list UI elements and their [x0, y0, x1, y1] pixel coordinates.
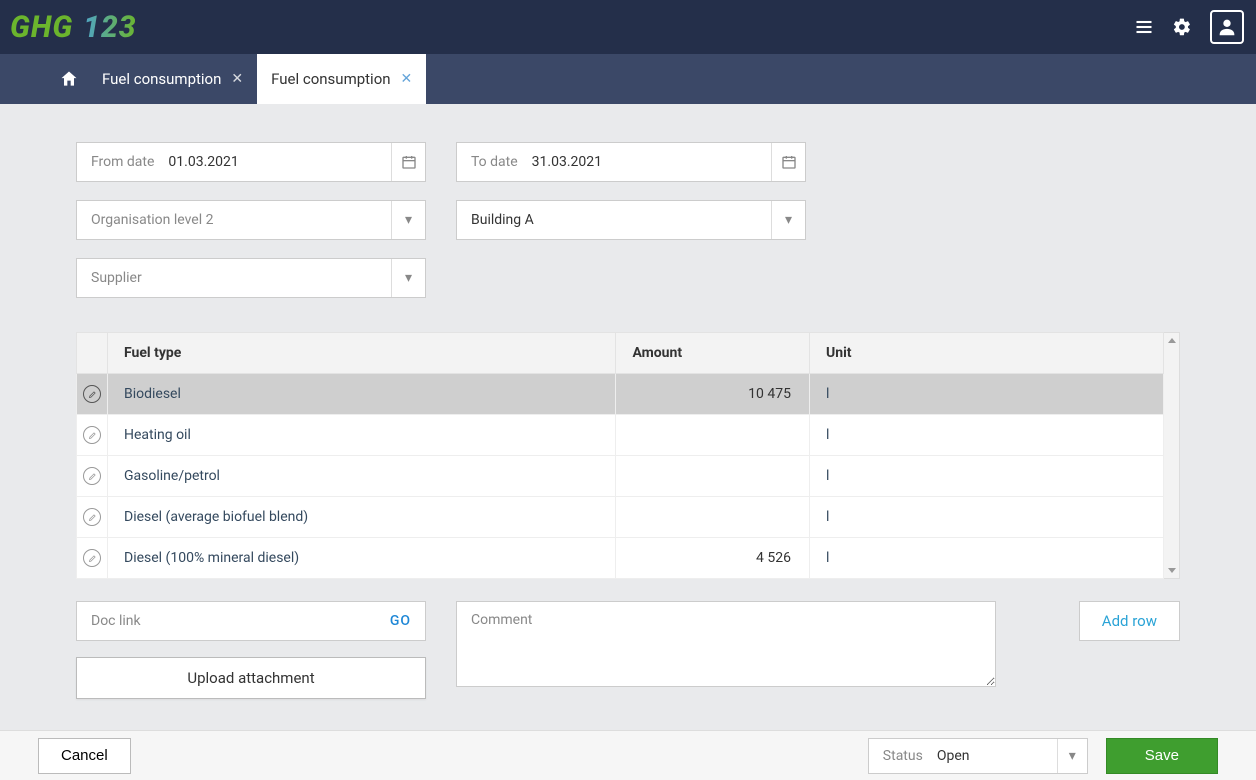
cell-unit: l — [810, 374, 1164, 415]
save-button[interactable]: Save — [1106, 738, 1218, 774]
upload-attachment-button[interactable]: Upload attachment — [76, 657, 426, 699]
cancel-button[interactable]: Cancel — [38, 738, 131, 774]
logo-text-ghg: GHG — [10, 10, 73, 45]
table-row[interactable]: Diesel (100% mineral diesel)4 526l — [77, 538, 1164, 579]
from-date-field[interactable]: From date 01.03.2021 — [76, 142, 426, 182]
fuel-table: Fuel type Amount Unit Biodiesel10 475lHe… — [76, 332, 1164, 579]
bottom-controls: Doc link GO Upload attachment Add row — [76, 601, 1180, 699]
status-select[interactable]: Status Open ▾ — [868, 738, 1088, 774]
col-amount-header: Amount — [616, 333, 810, 374]
doc-link-label: Doc link — [91, 613, 390, 629]
chevron-down-icon[interactable]: ▾ — [391, 201, 425, 239]
supplier-placeholder: Supplier — [77, 270, 391, 286]
building-value: Building A — [457, 212, 771, 228]
home-icon[interactable] — [50, 54, 88, 104]
table-row[interactable]: Gasoline/petrol l — [77, 456, 1164, 497]
col-edit-header — [77, 333, 108, 374]
to-date-label: To date — [457, 154, 532, 170]
close-icon[interactable]: ✕ — [401, 71, 413, 87]
top-bar: GHG 123 — [0, 0, 1256, 54]
add-row-button[interactable]: Add row — [1079, 601, 1180, 641]
cell-fueltype: Heating oil — [108, 415, 616, 456]
app-logo: GHG 123 — [10, 0, 137, 54]
doc-link-go-button[interactable]: GO — [390, 613, 411, 629]
chevron-down-icon[interactable]: ▾ — [391, 259, 425, 297]
cell-fueltype: Diesel (100% mineral diesel) — [108, 538, 616, 579]
supplier-select[interactable]: Supplier ▾ — [76, 258, 426, 298]
edit-row-icon[interactable] — [83, 467, 101, 485]
cell-amount[interactable]: 4 526 — [616, 538, 810, 579]
footer-bar: Cancel Status Open ▾ Save — [0, 730, 1256, 780]
fuel-table-wrap: Fuel type Amount Unit Biodiesel10 475lHe… — [76, 332, 1180, 579]
logo-text-123: 123 — [83, 10, 136, 45]
table-row[interactable]: Biodiesel10 475l — [77, 374, 1164, 415]
col-fueltype-header: Fuel type — [108, 333, 616, 374]
from-date-label: From date — [77, 154, 168, 170]
cell-unit: l — [810, 415, 1164, 456]
edit-row-icon[interactable] — [83, 508, 101, 526]
doc-link-field[interactable]: Doc link GO — [76, 601, 426, 641]
topbar-actions — [1134, 10, 1244, 44]
tab-fuel-consumption-1[interactable]: Fuel consumption ✕ — [88, 54, 257, 104]
to-date-value: 31.03.2021 — [532, 154, 771, 170]
cell-unit: l — [810, 497, 1164, 538]
org-level-placeholder: Organisation level 2 — [77, 212, 391, 228]
status-value: Open — [937, 748, 1057, 764]
scroll-down-icon[interactable] — [1168, 568, 1176, 573]
tab-label: Fuel consumption — [271, 70, 390, 88]
cell-fueltype: Diesel (average biofuel blend) — [108, 497, 616, 538]
edit-row-icon[interactable] — [83, 426, 101, 444]
cell-amount[interactable]: 10 475 — [616, 374, 810, 415]
building-select[interactable]: Building A ▾ — [456, 200, 806, 240]
tab-strip: Fuel consumption ✕ Fuel consumption ✕ — [0, 54, 1256, 104]
edit-row-icon[interactable] — [83, 385, 101, 403]
chevron-down-icon[interactable]: ▾ — [771, 201, 805, 239]
calendar-icon[interactable] — [391, 143, 425, 181]
tab-label: Fuel consumption — [102, 70, 221, 88]
close-icon[interactable]: ✕ — [231, 71, 243, 87]
col-unit-header: Unit — [810, 333, 1164, 374]
table-scrollbar[interactable] — [1164, 332, 1180, 579]
table-row[interactable]: Diesel (average biofuel blend) l — [77, 497, 1164, 538]
cell-amount[interactable] — [616, 415, 810, 456]
cell-amount[interactable] — [616, 497, 810, 538]
tab-fuel-consumption-2[interactable]: Fuel consumption ✕ — [257, 54, 426, 104]
cell-fueltype: Biodiesel — [108, 374, 616, 415]
comment-input[interactable] — [456, 601, 996, 687]
edit-row-icon[interactable] — [83, 549, 101, 567]
cell-amount[interactable] — [616, 456, 810, 497]
table-row[interactable]: Heating oil l — [77, 415, 1164, 456]
cell-fueltype: Gasoline/petrol — [108, 456, 616, 497]
cell-unit: l — [810, 456, 1164, 497]
to-date-field[interactable]: To date 31.03.2021 — [456, 142, 806, 182]
from-date-value: 01.03.2021 — [168, 154, 391, 170]
gear-icon[interactable] — [1172, 17, 1192, 37]
chevron-down-icon[interactable]: ▾ — [1057, 739, 1087, 773]
cell-unit: l — [810, 538, 1164, 579]
status-label: Status — [869, 748, 937, 764]
menu-icon[interactable] — [1134, 17, 1154, 37]
content-area: From date 01.03.2021 To date 31.03.2021 … — [0, 104, 1256, 699]
scroll-up-icon[interactable] — [1168, 338, 1176, 343]
user-icon[interactable] — [1210, 10, 1244, 44]
org-level-select[interactable]: Organisation level 2 ▾ — [76, 200, 426, 240]
calendar-icon[interactable] — [771, 143, 805, 181]
